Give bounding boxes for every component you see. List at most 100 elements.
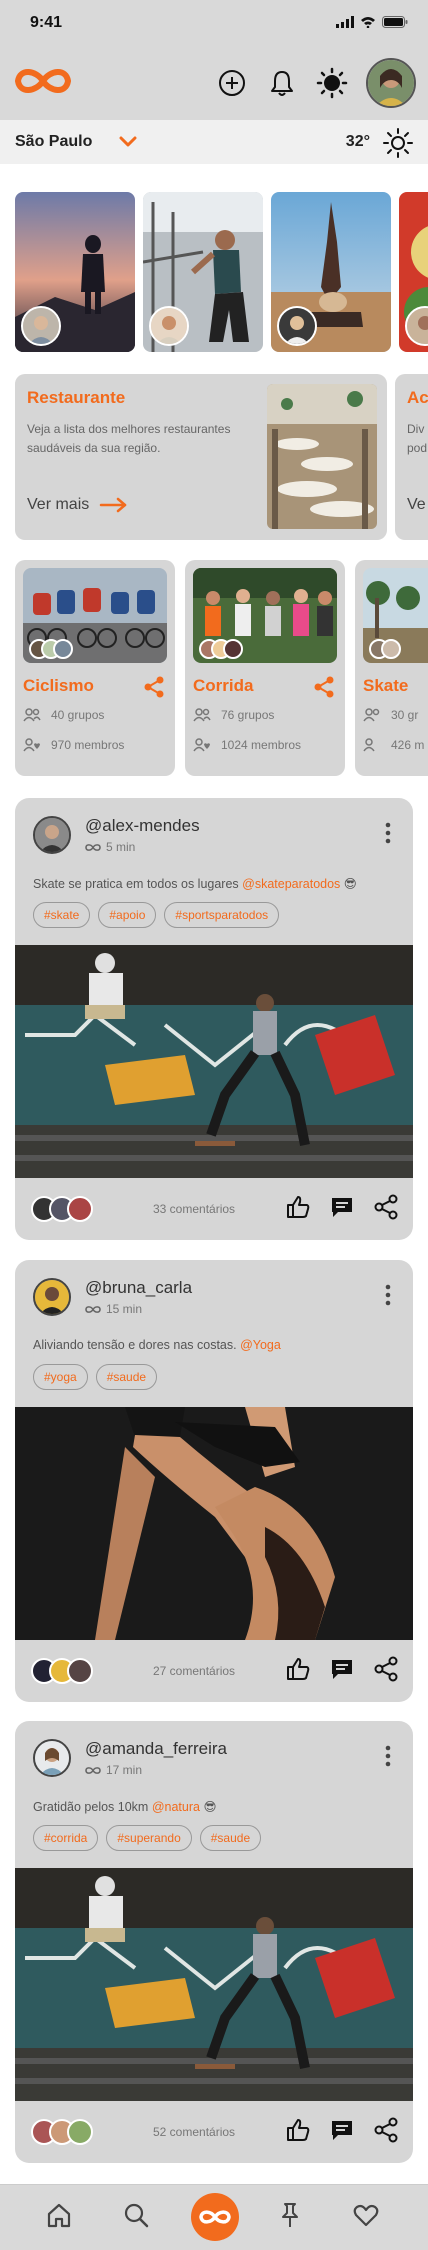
post-tags: #yoga #saude bbox=[33, 1364, 158, 1390]
promo-title: Ac bbox=[407, 388, 428, 407]
comments-count[interactable]: 27 comentários bbox=[153, 1664, 235, 1678]
sun-outline-icon bbox=[383, 128, 413, 163]
more-vertical-icon[interactable] bbox=[385, 1284, 391, 1311]
post-time-label: 5 min bbox=[106, 840, 136, 854]
post-emoji: 😎 bbox=[203, 1800, 217, 1814]
post-time-label: 15 min bbox=[106, 1302, 143, 1316]
signal-icon bbox=[336, 16, 354, 28]
share-icon[interactable] bbox=[373, 1656, 399, 1687]
city-name[interactable]: São Paulo bbox=[15, 133, 92, 151]
promo-link[interactable]: Ver mais bbox=[27, 496, 129, 514]
post-footer: 52 comentários bbox=[15, 2101, 413, 2163]
promo-description: Div pod bbox=[407, 422, 428, 455]
promo-card-second[interactable]: Ac Div pod Ve bbox=[395, 374, 428, 540]
commenters-avatars bbox=[31, 1658, 93, 1684]
chevron-down-icon[interactable] bbox=[118, 132, 138, 157]
user-avatar[interactable] bbox=[366, 58, 416, 108]
like-icon[interactable] bbox=[285, 1194, 311, 1225]
group-image bbox=[23, 568, 167, 663]
post-author-avatar[interactable] bbox=[33, 1278, 71, 1316]
story-card[interactable] bbox=[399, 192, 428, 352]
post-username[interactable]: @alex-mendes bbox=[85, 816, 200, 836]
theme-toggle-button[interactable] bbox=[316, 67, 348, 99]
nav-pinned-button[interactable] bbox=[276, 2201, 304, 2234]
bottom-nav bbox=[0, 2184, 428, 2250]
post-time-label: 17 min bbox=[106, 1763, 143, 1777]
group-card-ciclismo[interactable]: Ciclismo 40 grupos 970 membros bbox=[15, 560, 175, 776]
promo-link-label: Ve bbox=[407, 496, 426, 513]
nav-home-button[interactable] bbox=[45, 2201, 73, 2234]
hashtag[interactable]: #saude bbox=[95, 1364, 158, 1390]
post-author-avatar[interactable] bbox=[33, 1739, 71, 1777]
group-card-corrida[interactable]: Corrida 76 grupos 1024 membros bbox=[185, 560, 345, 776]
share-icon[interactable] bbox=[143, 676, 165, 703]
post-time: 5 min bbox=[85, 840, 135, 854]
group-image bbox=[363, 568, 428, 663]
story-card[interactable] bbox=[15, 192, 135, 352]
post-actions bbox=[285, 2117, 399, 2148]
hashtag[interactable]: #superando bbox=[106, 1825, 192, 1851]
comments-count[interactable]: 33 comentários bbox=[153, 1202, 235, 1216]
hashtag[interactable]: #apoio bbox=[98, 902, 157, 928]
like-icon[interactable] bbox=[285, 2117, 311, 2148]
hashtag[interactable]: #yoga bbox=[33, 1364, 88, 1390]
share-icon[interactable] bbox=[373, 2117, 399, 2148]
promo-link-label: Ver mais bbox=[27, 496, 90, 513]
share-icon[interactable] bbox=[313, 676, 335, 703]
post-mention[interactable]: @natura bbox=[152, 1800, 200, 1814]
post-username[interactable]: @bruna_carla bbox=[85, 1278, 192, 1298]
hashtag[interactable]: #skate bbox=[33, 902, 91, 928]
comment-icon[interactable] bbox=[329, 2117, 355, 2148]
story-avatar bbox=[149, 306, 189, 346]
post-image[interactable] bbox=[15, 1868, 413, 2101]
post-username[interactable]: @amanda_ferreira bbox=[85, 1739, 227, 1759]
group-card-skate[interactable]: Skate 30 gr 426 m bbox=[355, 560, 428, 776]
group-count-label: 40 grupos bbox=[51, 708, 105, 722]
sun-filled-icon bbox=[316, 67, 348, 99]
people-icon bbox=[363, 708, 380, 722]
hashtag[interactable]: #corrida bbox=[33, 1825, 99, 1851]
share-icon[interactable] bbox=[373, 1194, 399, 1225]
promo-link[interactable]: Ve bbox=[407, 496, 426, 514]
battery-icon bbox=[382, 16, 408, 28]
add-post-button[interactable] bbox=[216, 67, 248, 99]
like-icon[interactable] bbox=[285, 1656, 311, 1687]
group-count: 40 grupos bbox=[23, 708, 104, 722]
hashtag[interactable]: #saude bbox=[199, 1825, 262, 1851]
more-vertical-icon[interactable] bbox=[385, 1745, 391, 1772]
hashtag[interactable]: #sportsparatodos bbox=[164, 902, 280, 928]
promo-title: Restaurante bbox=[27, 388, 126, 407]
notifications-button[interactable] bbox=[266, 67, 298, 99]
more-vertical-icon[interactable] bbox=[385, 822, 391, 849]
infinity-small-icon bbox=[85, 1766, 101, 1774]
nav-favorites-button[interactable] bbox=[352, 2201, 380, 2234]
post-image[interactable] bbox=[15, 1407, 413, 1640]
plus-circle-icon bbox=[219, 70, 245, 96]
group-title: Corrida bbox=[193, 676, 254, 695]
post-text: Gratidão pelos 10km @natura 😎 bbox=[33, 1799, 216, 1814]
comments-count[interactable]: 52 comentários bbox=[153, 2125, 235, 2139]
commenters-avatars bbox=[31, 2119, 93, 2145]
post-tags: #skate #apoio #sportsparatodos bbox=[33, 902, 280, 928]
post-text-body: Gratidão pelos 10km bbox=[33, 1800, 152, 1814]
post-actions bbox=[285, 1194, 399, 1225]
infinity-small-icon bbox=[85, 843, 101, 851]
story-card[interactable] bbox=[143, 192, 263, 352]
comment-icon[interactable] bbox=[329, 1656, 355, 1687]
post-mention[interactable]: @skateparatodos bbox=[242, 877, 340, 891]
search-icon bbox=[124, 2203, 149, 2228]
infinity-logo-icon[interactable] bbox=[12, 64, 74, 103]
nav-feed-button[interactable] bbox=[191, 2193, 239, 2241]
promo-card-restaurante[interactable]: Restaurante Veja a lista dos melhores re… bbox=[15, 374, 387, 540]
member-count-label: 1024 membros bbox=[221, 738, 302, 752]
temperature: 32° bbox=[345, 133, 370, 150]
nav-search-button[interactable] bbox=[122, 2201, 150, 2234]
post-card: @amanda_ferreira 17 min Gratidão pelos 1… bbox=[15, 1721, 413, 2163]
post-mention[interactable]: @Yoga bbox=[240, 1338, 281, 1352]
comment-icon[interactable] bbox=[329, 1194, 355, 1225]
post-image[interactable] bbox=[15, 945, 413, 1178]
post-author-avatar[interactable] bbox=[33, 816, 71, 854]
post-footer: 27 comentários bbox=[15, 1640, 413, 1702]
group-title: Ciclismo bbox=[23, 676, 94, 695]
story-card[interactable] bbox=[271, 192, 391, 352]
